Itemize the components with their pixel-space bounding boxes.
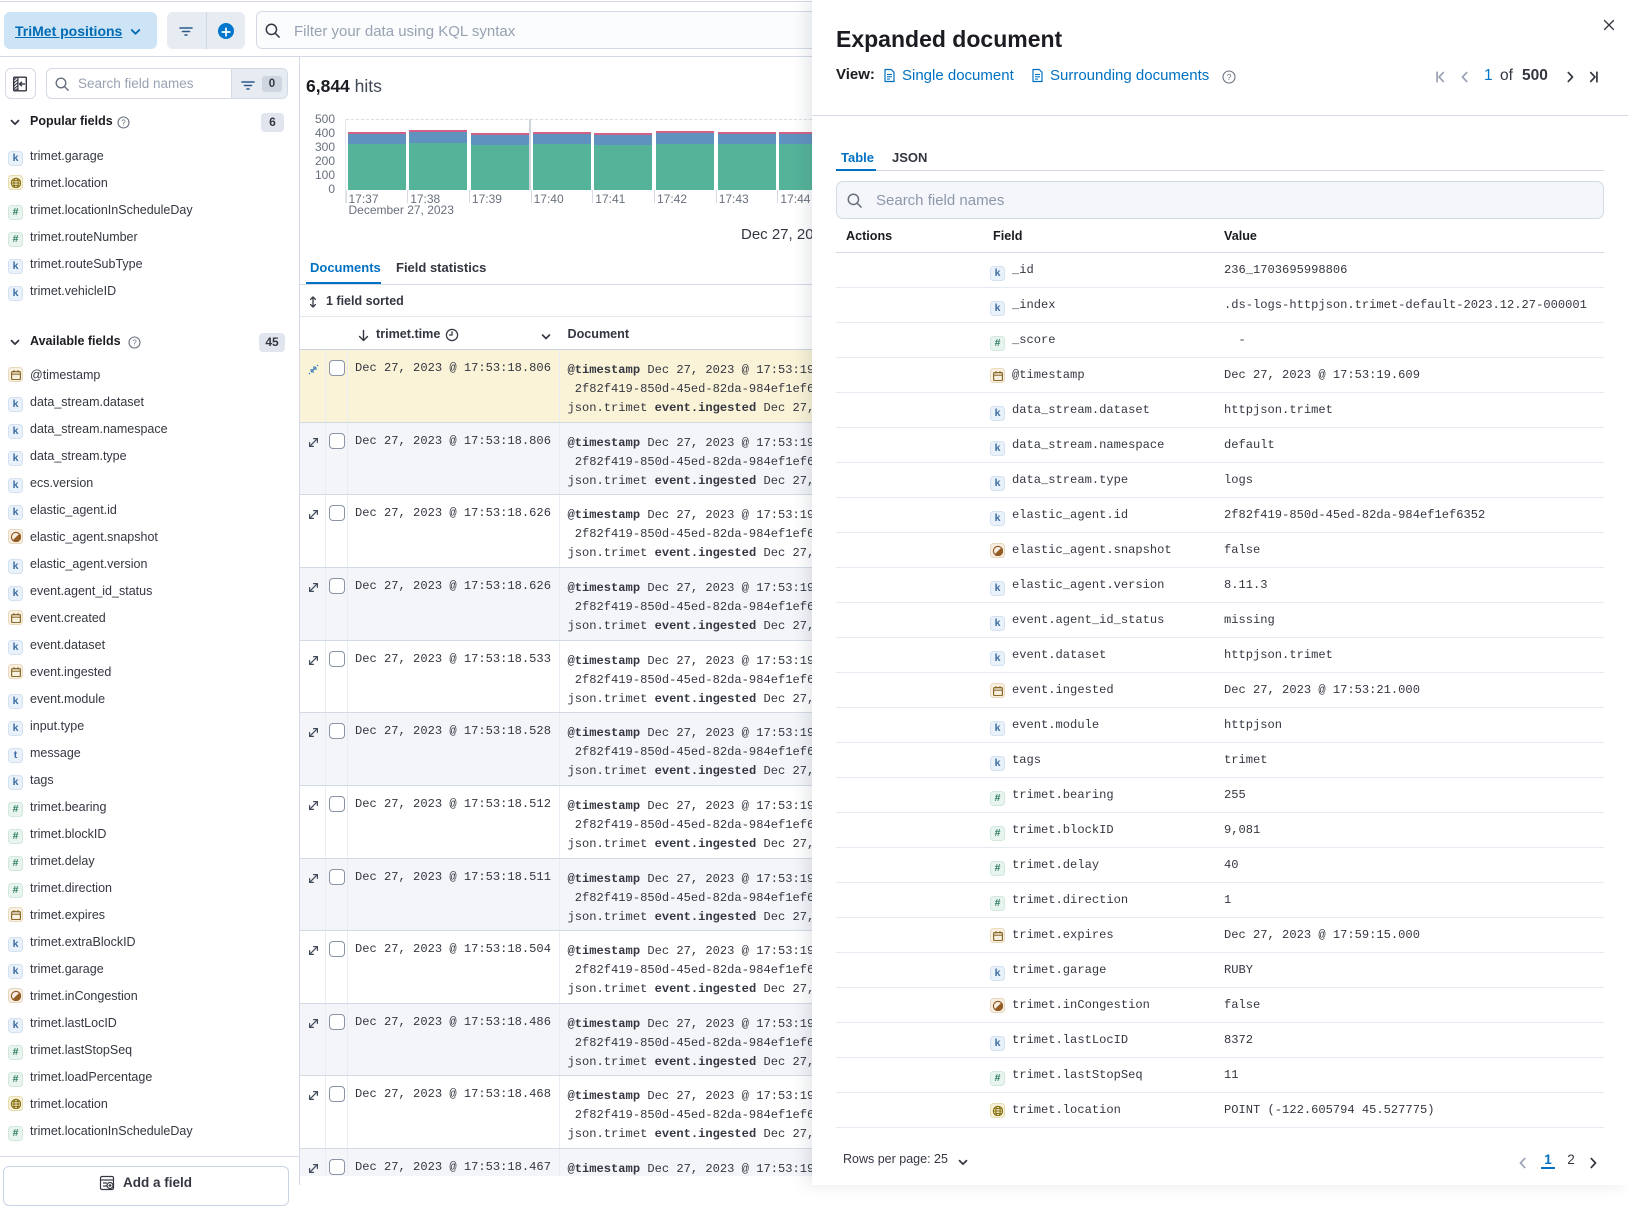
- svg-text:?: ?: [121, 119, 126, 128]
- svg-text:?: ?: [1227, 72, 1232, 82]
- svg-text:?: ?: [132, 339, 137, 348]
